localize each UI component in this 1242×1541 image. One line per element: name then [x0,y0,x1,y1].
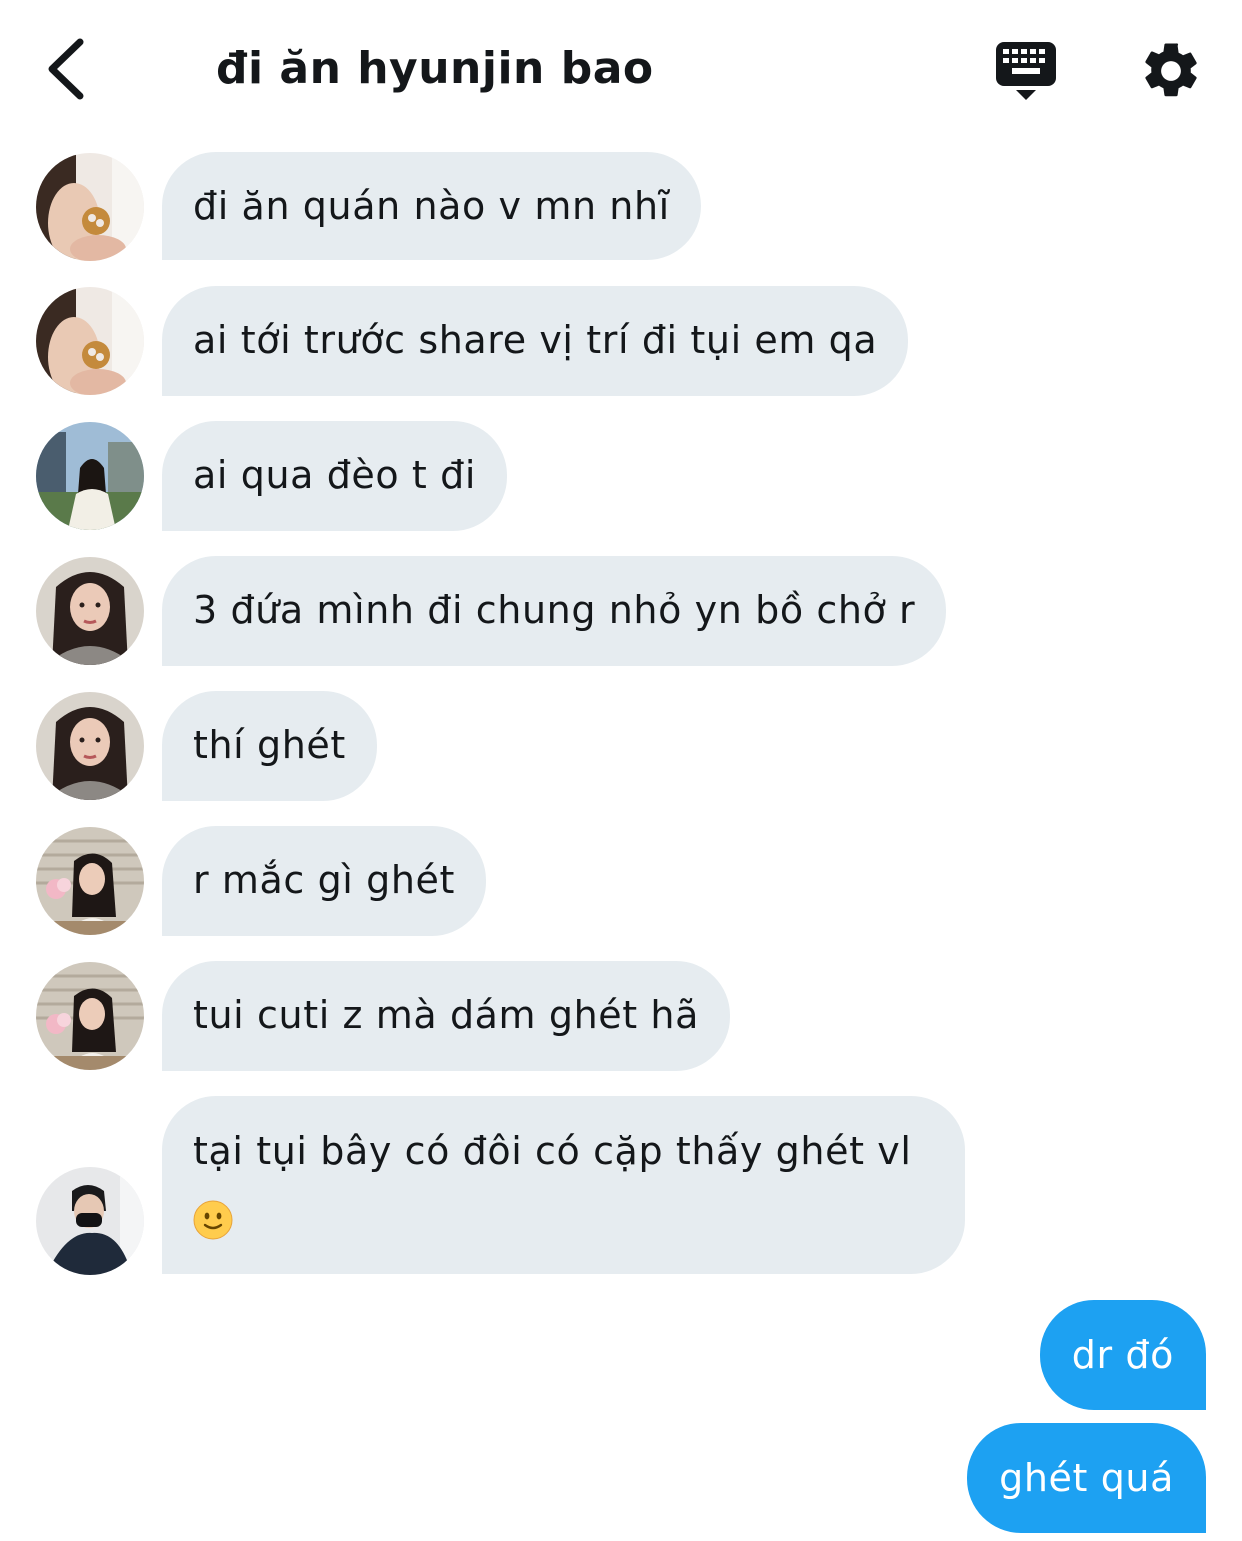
avatar[interactable] [36,557,144,665]
avatar[interactable] [36,962,144,1070]
message-row: 3 đứa mình đi chung nhỏ yn bồ chở r [0,556,1242,666]
user-avatar-1 [36,153,144,261]
received-message-bubble[interactable]: 3 đứa mình đi chung nhỏ yn bồ chở r [162,556,947,666]
avatar[interactable] [36,692,144,800]
message-row: đi ăn quán nào v mn nhĩ [0,152,1242,262]
received-message-bubble[interactable]: ai qua đèo t đi [162,421,507,531]
avatar[interactable] [36,153,144,261]
message-row: ai tới trước share vị trí đi tụi em qa [0,286,1242,396]
user-avatar-3 [36,557,144,665]
received-message-bubble[interactable]: thí ghét [162,691,377,801]
keyboard-icon [996,42,1056,100]
avatar[interactable] [36,1167,144,1275]
gear-icon [1145,43,1197,97]
message-row: thí ghét [0,691,1242,801]
received-message-bubble[interactable]: ai tới trước share vị trí đi tụi em qa [162,286,909,396]
conversation-title: đi ăn hyunjin bao [216,43,654,94]
user-avatar-2 [36,422,144,530]
user-avatar-4 [36,827,144,935]
user-avatar-3 [36,692,144,800]
message-text: tại tụi bây có đôi có cặp thấy ghét vl [193,1129,912,1173]
message-row: tại tụi bây có đôi có cặp thấy ghét vl [0,1096,1242,1276]
avatar[interactable] [36,287,144,395]
slightly-smiling-face-icon [193,1200,233,1239]
conversation-header: đi ăn hyunjin bao [0,0,1242,140]
user-avatar-4 [36,962,144,1070]
back-button[interactable] [38,34,98,104]
avatar[interactable] [36,827,144,935]
sent-message-bubble[interactable]: dr đó [1039,1300,1206,1410]
received-message-bubble[interactable]: đi ăn quán nào v mn nhĩ [162,152,701,260]
message-row: tui cuti z mà dám ghét hã [0,961,1242,1071]
avatar[interactable] [36,422,144,530]
received-message-bubble[interactable]: r mắc gì ghét [162,826,487,936]
received-message-bubble[interactable]: tại tụi bây có đôi có cặp thấy ghét vl [162,1096,965,1274]
received-message-bubble[interactable]: tui cuti z mà dám ghét hã [162,961,730,1071]
sent-message-bubble[interactable]: ghét quá [967,1423,1206,1533]
message-row: r mắc gì ghét [0,826,1242,936]
keyboard-toggle-button[interactable] [990,38,1062,104]
user-avatar-1 [36,287,144,395]
chevron-left-icon [48,38,84,100]
settings-button[interactable] [1138,38,1204,104]
message-row: ai qua đèo t đi [0,421,1242,531]
user-avatar-5 [36,1167,144,1275]
